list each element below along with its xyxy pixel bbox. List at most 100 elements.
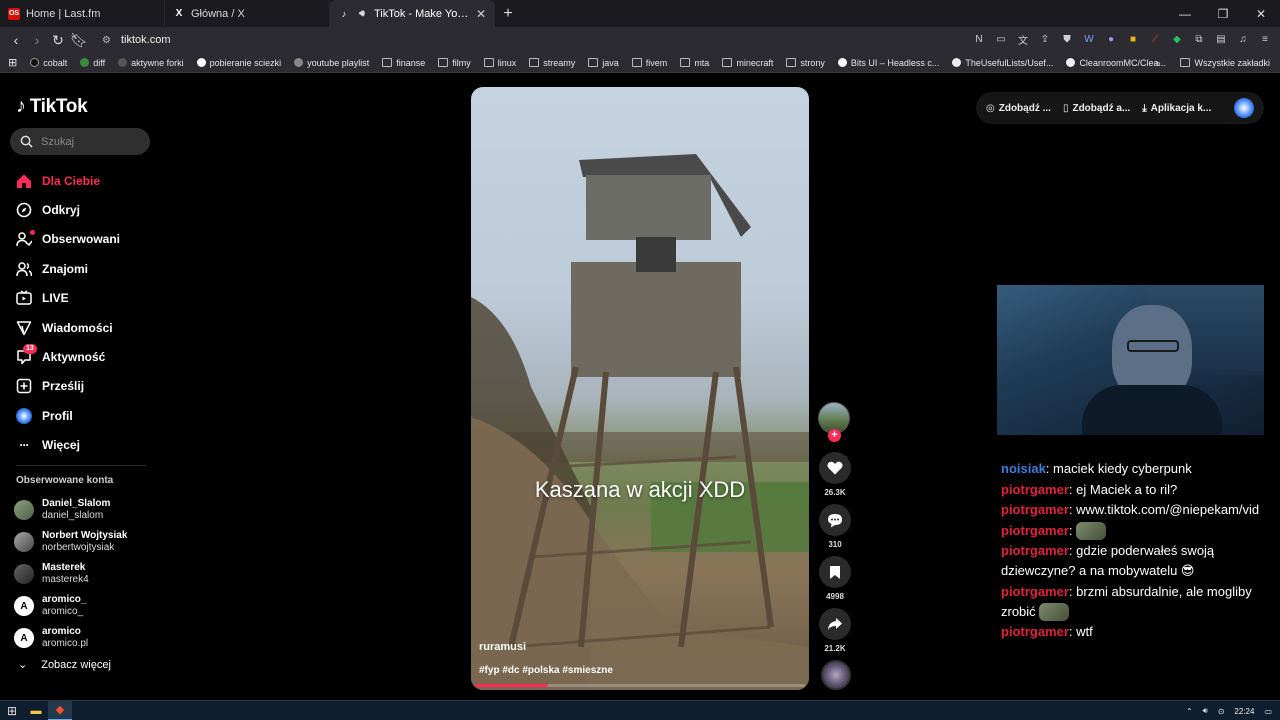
cast-icon[interactable]: ▭ (992, 30, 1010, 48)
video-progress-bar[interactable] (475, 684, 805, 687)
nav-activity[interactable]: 13 Aktywność (16, 342, 120, 371)
like-button[interactable] (819, 452, 851, 484)
music-icon[interactable]: ♫ (1234, 30, 1252, 48)
tab-tiktok[interactable]: ♪ 🔊︎ TikTok - Make Your Day ✕ (330, 0, 495, 27)
nav-more[interactable]: ··· Więcej (16, 431, 120, 460)
following-account[interactable]: A aromico_ aromico_ (14, 590, 127, 622)
folder-icon (529, 58, 540, 67)
account-handle: masterek4 (42, 574, 89, 585)
tiktok-logo[interactable]: ♪ TikTok (16, 95, 88, 118)
bookmark-folder[interactable]: mta (680, 58, 709, 68)
bookmark-folder[interactable]: finanse (382, 58, 425, 68)
account-handle: aromico_ (42, 606, 84, 617)
menu-icon[interactable]: ≡ (1256, 30, 1274, 48)
notifications-icon[interactable]: ▭ (1264, 707, 1272, 716)
comment-button[interactable] (819, 504, 851, 536)
no-tracking-icon[interactable]: N (970, 30, 988, 48)
see-more-button[interactable]: ⌄ Zobacz więcej (18, 658, 111, 672)
bookmark-item[interactable]: TheUsefulLists/Usef... (952, 58, 1053, 68)
reload-icon[interactable]: ↻ (48, 30, 68, 50)
bookmark-folder[interactable]: streamy (529, 58, 575, 68)
music-disc-icon[interactable] (821, 660, 851, 690)
bookmark-item[interactable]: pobieranie sciezki (196, 58, 281, 68)
bookmark-item[interactable]: cobalt (30, 58, 67, 68)
avatar: A (14, 596, 34, 616)
clock[interactable]: 22:24 (1234, 707, 1254, 716)
extension-icon[interactable]: ■ (1124, 30, 1142, 48)
bookmark-folder[interactable]: strony (786, 58, 825, 68)
following-account[interactable]: Daniel_Slalom daniel_slalom (14, 494, 127, 526)
forward-icon[interactable]: › (27, 30, 47, 50)
bookmark-folder[interactable]: minecraft (722, 58, 773, 68)
get-coins-button[interactable]: ◎ Zdobądź ... (986, 103, 1051, 114)
bookmark-item[interactable]: diff (80, 58, 105, 68)
following-account[interactable]: A aromico aromico.pl (14, 622, 127, 654)
bookmark-button[interactable] (819, 556, 851, 588)
chat-username: piotrgamer (1001, 502, 1069, 517)
nav-explore[interactable]: Odkryj (16, 195, 120, 224)
bookmark-folder[interactable]: java (588, 58, 619, 68)
bookmark-item[interactable]: CleanroomMC/Clea... (1066, 58, 1166, 68)
shield-icon[interactable]: ⛊ (1058, 30, 1076, 48)
speaker-icon[interactable]: 🔊︎ (356, 8, 368, 20)
creator-avatar[interactable]: + (818, 402, 850, 442)
language-icon[interactable]: ⊙ (1218, 707, 1225, 716)
more-bookmarks-icon[interactable]: » (1155, 58, 1160, 68)
url-field[interactable]: ⚙︎ tiktok.com (102, 34, 170, 46)
brave-browser-icon[interactable]: ◆ (48, 700, 72, 720)
extension-icon[interactable]: ◆ (1168, 30, 1186, 48)
sidebar-icon[interactable]: ▤ (1212, 30, 1230, 48)
account-name: Norbert Wojtysiak (42, 530, 128, 541)
close-tab-icon[interactable]: ✕ (476, 7, 486, 21)
follow-plus-icon[interactable]: + (828, 429, 841, 442)
search-box[interactable] (10, 128, 150, 155)
nav-upload[interactable]: Prześlij (16, 372, 120, 401)
following-account[interactable]: Norbert Wojtysiak norbertwojtysiak (14, 526, 127, 558)
volume-icon[interactable]: 🔊︎ (1203, 706, 1208, 716)
restore-icon[interactable]: ❐ (1204, 0, 1242, 27)
share-icon[interactable]: ⇪ (1036, 30, 1054, 48)
search-input[interactable] (41, 135, 141, 148)
all-bookmarks[interactable]: Wszystkie zakładki (1180, 58, 1270, 68)
video-player[interactable]: Kaszana w akcji XDD ruramusi #fyp #dc #p… (471, 87, 809, 690)
close-window-icon[interactable]: ✕ (1242, 0, 1280, 27)
user-avatar[interactable] (1234, 98, 1254, 118)
bookmark-folder[interactable]: fivem (631, 58, 667, 68)
nav-profile[interactable]: Profil (16, 401, 120, 430)
windows-start-icon[interactable]: ⊞ (0, 701, 24, 720)
desktop-app-button[interactable]: ⤓ Aplikacja k... (1142, 103, 1211, 114)
extension-icon[interactable]: ● (1102, 30, 1120, 48)
minimize-icon[interactable]: — (1166, 0, 1204, 27)
translate-icon[interactable]: 文 (1014, 30, 1032, 48)
file-explorer-icon[interactable]: ▬ (24, 701, 48, 720)
apps-icon[interactable]: ⊞ (8, 56, 17, 69)
site-info-icon[interactable]: ⚙︎ (102, 35, 111, 46)
puzzle-icon[interactable]: ⧉ (1190, 30, 1208, 48)
extension-icon[interactable]: W (1080, 30, 1098, 48)
nav-following[interactable]: Obserwowani (16, 225, 120, 254)
following-account[interactable]: Masterek masterek4 (14, 558, 127, 590)
bookmark-item[interactable]: aktywne forki (118, 58, 184, 68)
bookmark-folder[interactable]: linux (483, 58, 516, 68)
get-app-button[interactable]: ▯ Zdobądź a... (1063, 103, 1130, 114)
nav-messages[interactable]: Wiadomości (16, 313, 120, 342)
bookmark-folder[interactable]: filmy (438, 58, 471, 68)
bookmark-item[interactable]: youtube playlist (294, 58, 369, 68)
nav-for-you[interactable]: Dla Ciebie (16, 166, 120, 195)
tab-x[interactable]: X Główna / X (165, 0, 330, 27)
share-button[interactable] (819, 608, 851, 640)
new-tab-button[interactable]: + (495, 0, 521, 27)
bookmark-item[interactable]: Bits UI – Headless c... (837, 58, 939, 68)
chevron-up-icon[interactable]: ⌃ (1186, 707, 1193, 716)
tab-lastfm[interactable]: OS Home | Last.fm (0, 0, 165, 27)
see-more-label: Zobacz więcej (41, 658, 111, 671)
folder-icon (588, 58, 599, 67)
nav-friends[interactable]: Znajomi (16, 254, 120, 283)
tab-title: Home | Last.fm (26, 7, 101, 20)
extension-icon[interactable]: ⟋ (1146, 30, 1164, 48)
video-hashtags[interactable]: #fyp #dc #polska #smieszne (479, 665, 613, 676)
nav-live[interactable]: LIVE (16, 284, 120, 313)
bookmark-icon[interactable]: 🔖︎ (69, 30, 89, 50)
video-author[interactable]: ruramusi (479, 641, 526, 653)
back-icon[interactable]: ‹ (6, 30, 26, 50)
